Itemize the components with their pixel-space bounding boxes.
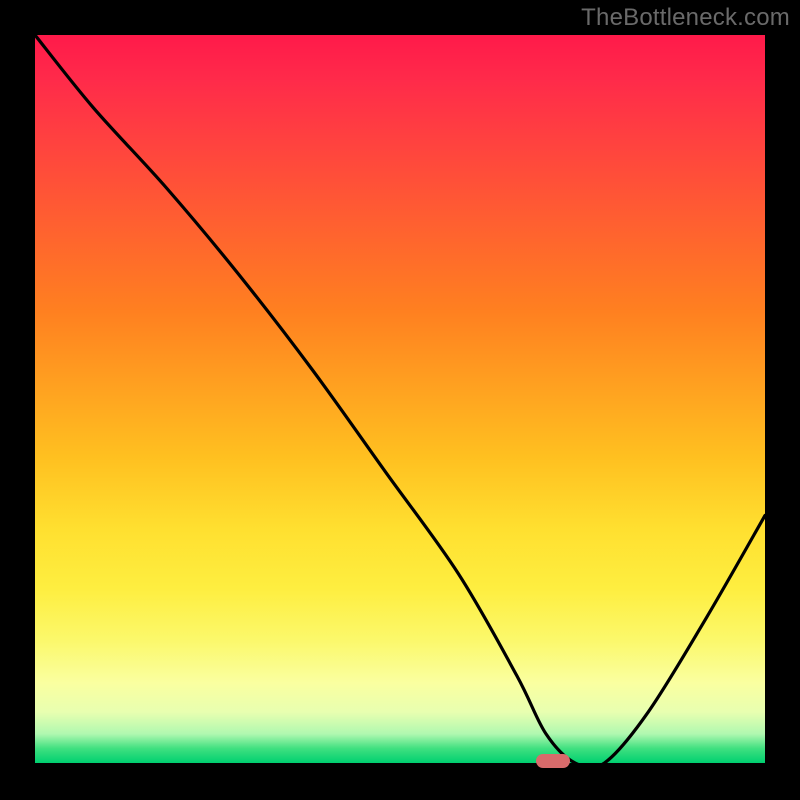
chart-plot-area bbox=[35, 35, 765, 763]
bottleneck-curve bbox=[35, 35, 765, 763]
watermark-text: TheBottleneck.com bbox=[581, 4, 790, 32]
optimal-marker bbox=[536, 754, 570, 768]
curve-path bbox=[35, 35, 765, 763]
